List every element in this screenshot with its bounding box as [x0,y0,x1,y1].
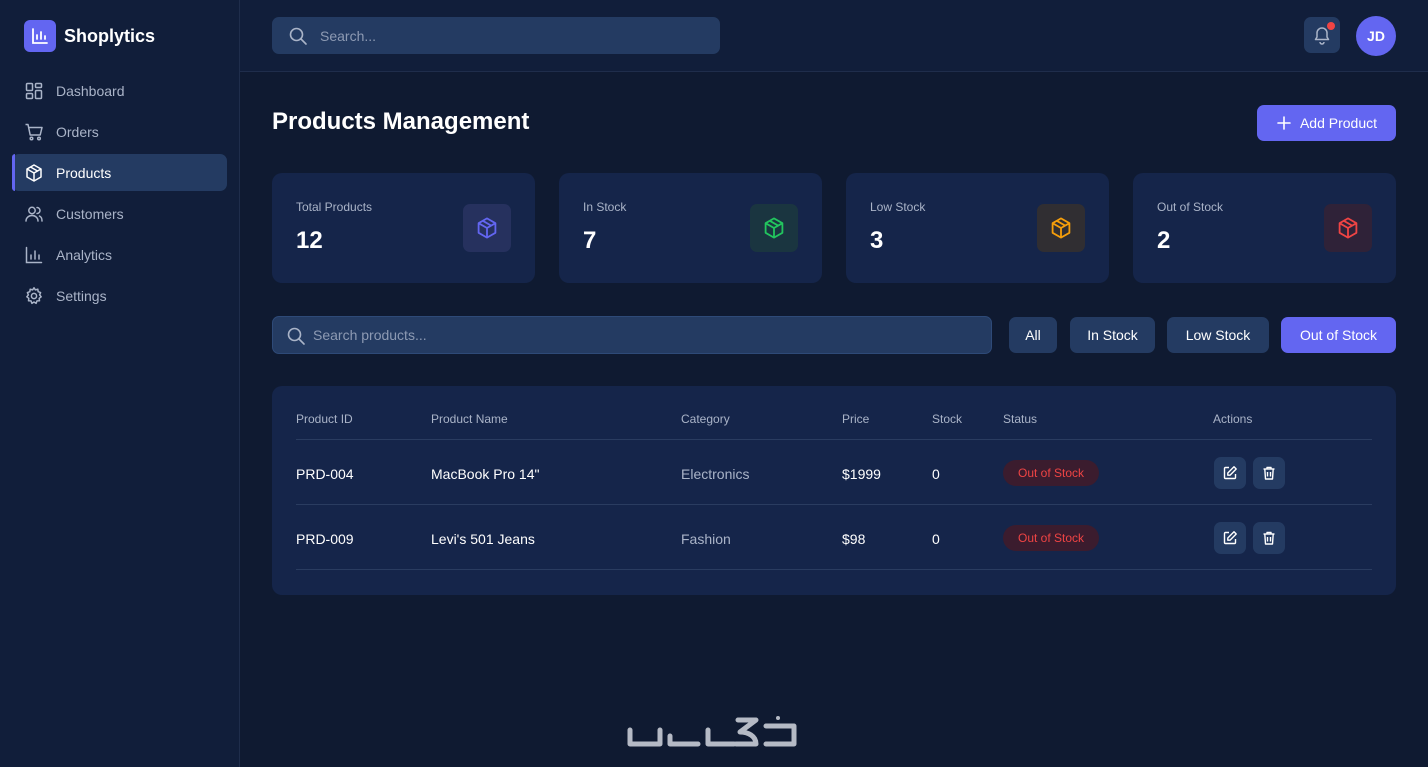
box-icon [1037,204,1085,252]
stat-card-total: Total Products 12 [272,173,535,283]
box-icon [26,163,42,182]
delete-button[interactable] [1253,457,1285,489]
sidebar-item-products[interactable]: Products [12,154,227,191]
cell-price: $98 [842,531,866,547]
column-header[interactable]: Price [842,412,869,426]
filter-chip-low-stock[interactable]: Low Stock [1167,317,1269,353]
column-header: Actions [1213,412,1253,426]
box-icon [1324,204,1372,252]
filter-chip-out-of-stock[interactable]: Out of Stock [1281,317,1396,353]
stat-value: 2 [1157,227,1171,254]
edit-button[interactable] [1214,457,1246,489]
cell-product-id: PRD-004 [296,466,354,482]
user-avatar[interactable]: JD [1356,16,1396,56]
notifications-button[interactable] [1304,17,1340,53]
sidebar-item-label: Settings [56,287,107,304]
delete-button[interactable] [1253,522,1285,554]
stat-card-out-of-stock: Out of Stock 2 [1133,173,1396,283]
cell-category: Electronics [681,466,750,482]
watermark-logo [627,716,797,747]
stat-label: Out of Stock [1157,200,1224,214]
stat-card-in-stock: In Stock 7 [559,173,822,283]
cell-category: Fashion [681,531,731,547]
cell-price: $1999 [842,466,881,482]
sidebar-item-label: Products [56,164,112,181]
sidebar-item-dashboard[interactable]: Dashboard [12,72,227,109]
column-header[interactable]: Status [1003,412,1037,426]
products-table: Product ID Product Name Category Price S… [272,386,1396,595]
grid-icon [25,82,43,99]
stat-value: 12 [296,227,323,254]
cell-product-name: MacBook Pro 14" [431,466,540,482]
column-header[interactable]: Category [681,412,730,426]
box-icon [750,204,798,252]
edit-icon [1223,531,1237,545]
brand[interactable]: Shoplytics [24,20,155,52]
cell-product-name: Levi's 501 Jeans [431,531,535,547]
column-header[interactable]: Product ID [296,412,353,426]
table-divider [296,569,1372,570]
trash-icon [1263,466,1275,480]
sidebar-item-label: Customers [56,205,124,222]
product-search [272,316,992,354]
sidebar-item-settings[interactable]: Settings [12,277,227,314]
stat-value: 3 [870,227,884,254]
sidebar-item-label: Analytics [56,246,113,263]
sidebar-item-orders[interactable]: Orders [12,113,227,150]
sidebar-nav: Dashboard Orders Products Customers Anal… [12,72,227,318]
stat-card-low-stock: Low Stock 3 [846,173,1109,283]
sidebar-item-label: Dashboard [56,82,125,99]
sidebar-item-analytics[interactable]: Analytics [12,236,227,273]
bar-chart-icon [25,246,43,263]
search-icon [289,27,307,45]
page-title: Products Management [272,108,530,135]
cell-product-id: PRD-009 [296,531,354,547]
cart-icon [25,123,43,141]
notification-dot [1327,22,1335,30]
sidebar-item-label: Orders [56,123,99,140]
edit-icon [1223,466,1237,480]
brand-logo-icon [24,20,56,52]
topbar: JD [240,0,1428,72]
trash-icon [1263,531,1275,545]
search-icon [287,327,305,345]
cell-stock: 0 [932,531,940,547]
status-badge: Out of Stock [1003,525,1099,551]
filter-chip-all[interactable]: All [1009,317,1057,353]
column-header[interactable]: Stock [932,412,962,426]
add-product-label: Add Product [1299,115,1378,131]
cell-stock: 0 [932,466,940,482]
global-search-input[interactable] [272,17,720,54]
column-header[interactable]: Product Name [431,412,508,426]
add-product-button[interactable]: Add Product [1257,105,1396,141]
brand-name: Shoplytics [64,25,156,46]
users-icon [25,206,43,222]
table-divider [296,439,1372,440]
stat-label: Low Stock [870,200,926,214]
stat-label: In Stock [583,200,627,214]
gear-icon [26,286,42,304]
global-search [272,17,720,54]
filter-chip-in-stock[interactable]: In Stock [1070,317,1155,353]
table-divider [296,504,1372,505]
status-badge: Out of Stock [1003,460,1099,486]
sidebar-item-customers[interactable]: Customers [12,195,227,232]
box-icon [463,204,511,252]
product-search-input[interactable] [273,317,991,353]
stat-label: Total Products [296,200,373,214]
sidebar: Shoplytics Dashboard Orders Products Cus… [0,0,240,767]
edit-button[interactable] [1214,522,1246,554]
plus-icon [1277,116,1291,130]
stat-value: 7 [583,227,597,254]
